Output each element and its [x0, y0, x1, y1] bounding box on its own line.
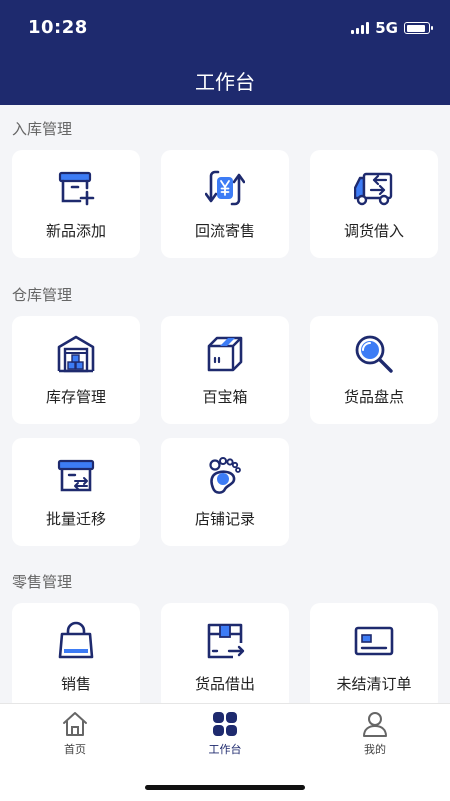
- section-title-warehouse: 仓库管理: [12, 286, 73, 304]
- shopping-bag-icon: [58, 621, 94, 659]
- card-label: 调货借入: [343, 222, 404, 240]
- warehouse-icon: [57, 335, 95, 373]
- status-indicators: 5G: [351, 19, 433, 37]
- tab-home-label: 首页: [64, 743, 86, 756]
- section-title-retail: 零售管理: [12, 573, 73, 591]
- card-return-consign[interactable]: 回流寄售: [161, 150, 289, 258]
- footprint-icon: [209, 457, 241, 494]
- card-sales[interactable]: 销售: [12, 603, 140, 703]
- page-title: 工作台: [195, 70, 255, 94]
- card-label: 新品添加: [45, 222, 106, 240]
- box-add-icon: [58, 171, 95, 206]
- box-lend-icon: [207, 623, 245, 659]
- card-new-product[interactable]: 新品添加: [12, 150, 140, 258]
- status-time: 10:28: [28, 17, 88, 38]
- card-label: 库存管理: [45, 388, 106, 406]
- home-indicator: [145, 785, 305, 790]
- card-inventory[interactable]: 库存管理: [12, 316, 140, 424]
- box-transfer-icon: [57, 459, 95, 492]
- card-label: 回流寄售: [194, 222, 255, 240]
- grid-icon: [213, 712, 237, 736]
- card-transfer-borrow[interactable]: 调货借入: [310, 150, 438, 258]
- app-header: 10:28 5G 工作台: [0, 0, 450, 105]
- tab-mine[interactable]: 我的: [325, 710, 425, 757]
- tab-home[interactable]: 首页: [25, 710, 125, 757]
- workbench-content: 入库管理 新品添加 回流寄售 调货借入 仓库管理 库存管理 百宝箱 货品盘点 批…: [0, 105, 450, 703]
- battery-icon: [404, 22, 433, 34]
- user-icon: [363, 712, 387, 737]
- card-label: 批量迁移: [45, 510, 106, 528]
- card-batch-migrate[interactable]: 批量迁移: [12, 438, 140, 546]
- section-title-inbound: 入库管理: [12, 120, 73, 138]
- bottom-tab-bar: 首页 工作台 我的: [0, 703, 450, 801]
- truck-icon: [354, 172, 393, 206]
- card-treasure-box[interactable]: 百宝箱: [161, 316, 289, 424]
- card-icon: [354, 626, 394, 656]
- treasure-box-icon: [207, 336, 243, 372]
- magnifier-icon: [355, 335, 393, 373]
- card-label: 货品借出: [194, 675, 255, 693]
- network-type: 5G: [375, 19, 398, 37]
- yuan-return-icon: [205, 170, 245, 206]
- card-unsettled-orders[interactable]: 未结清订单: [310, 603, 438, 703]
- home-icon: [63, 712, 87, 736]
- card-goods-lend[interactable]: 货品借出: [161, 603, 289, 703]
- card-store-records[interactable]: 店铺记录: [161, 438, 289, 546]
- card-stocktake[interactable]: 货品盘点: [310, 316, 438, 424]
- tab-workbench[interactable]: 工作台: [175, 710, 275, 757]
- card-label: 店铺记录: [194, 510, 255, 528]
- card-label: 货品盘点: [343, 388, 404, 406]
- signal-icon: [351, 22, 370, 34]
- tab-mine-label: 我的: [364, 743, 386, 756]
- tab-workbench-label: 工作台: [208, 743, 242, 756]
- card-label: 销售: [60, 675, 91, 693]
- card-label: 未结清订单: [336, 675, 412, 693]
- card-label: 百宝箱: [202, 388, 248, 406]
